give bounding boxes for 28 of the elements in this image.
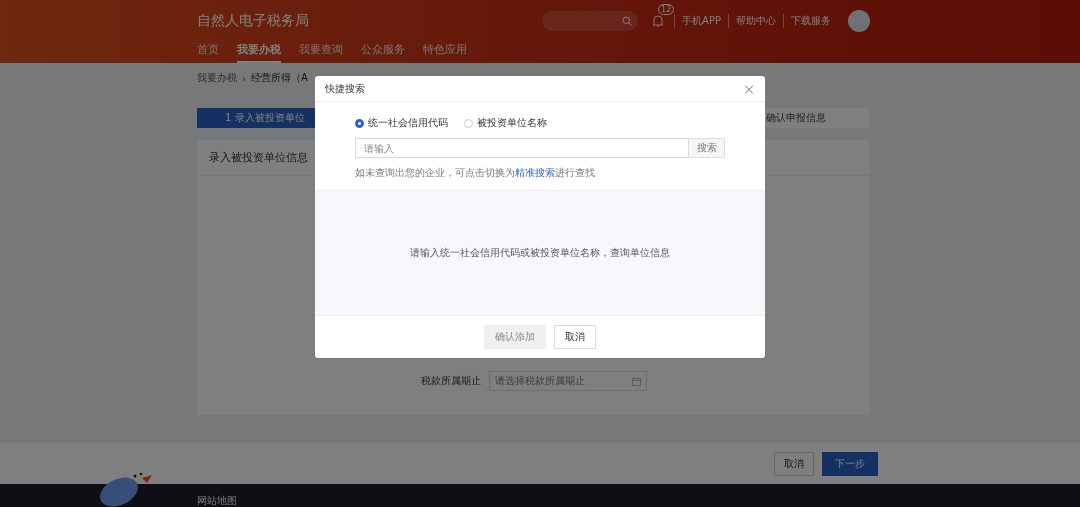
breadcrumb-current: 经营所得（A bbox=[251, 71, 308, 85]
close-button[interactable]: × bbox=[743, 80, 755, 97]
cancel-button[interactable]: 取消 bbox=[554, 325, 596, 349]
avatar[interactable] bbox=[848, 10, 870, 32]
header-link[interactable]: 手机APP bbox=[674, 14, 728, 28]
empty-message: 请输入统一社会信用代码或被投资单位名称，查询单位信息 bbox=[410, 246, 670, 260]
field-label: 税款所属期止 bbox=[420, 374, 481, 388]
search-icon bbox=[622, 16, 633, 26]
header-link[interactable]: 帮助中心 bbox=[728, 14, 783, 28]
bell-icon[interactable] bbox=[652, 13, 665, 27]
header-link[interactable]: 下载服务 bbox=[783, 14, 838, 28]
search-button[interactable]: 搜索 bbox=[689, 138, 725, 158]
site-title: 自然人电子税务局 bbox=[197, 12, 309, 30]
search-input[interactable]: 请输入 bbox=[355, 138, 689, 158]
breadcrumb-link[interactable]: 我要办税 bbox=[197, 71, 237, 85]
precise-search-link[interactable]: 精准搜索 bbox=[515, 167, 555, 178]
breadcrumb-separator: › bbox=[242, 72, 246, 84]
dialog-title: 快捷搜索 bbox=[325, 81, 366, 96]
calendar-icon bbox=[631, 376, 641, 386]
nav-tab[interactable]: 特色应用 bbox=[423, 42, 467, 63]
nav-tab[interactable]: 首页 bbox=[197, 42, 219, 63]
step: 确认申报信息 bbox=[762, 108, 870, 128]
nav-tab[interactable]: 公众服务 bbox=[361, 42, 405, 63]
nav-tab[interactable]: 我要查询 bbox=[299, 42, 343, 63]
cancel-button[interactable]: 取消 bbox=[774, 451, 814, 476]
nav-tab[interactable]: 我要办税 bbox=[237, 42, 281, 63]
footer-link[interactable]: 网站地图 bbox=[197, 494, 237, 507]
radio-option[interactable]: 被投资单位名称 bbox=[464, 116, 547, 130]
